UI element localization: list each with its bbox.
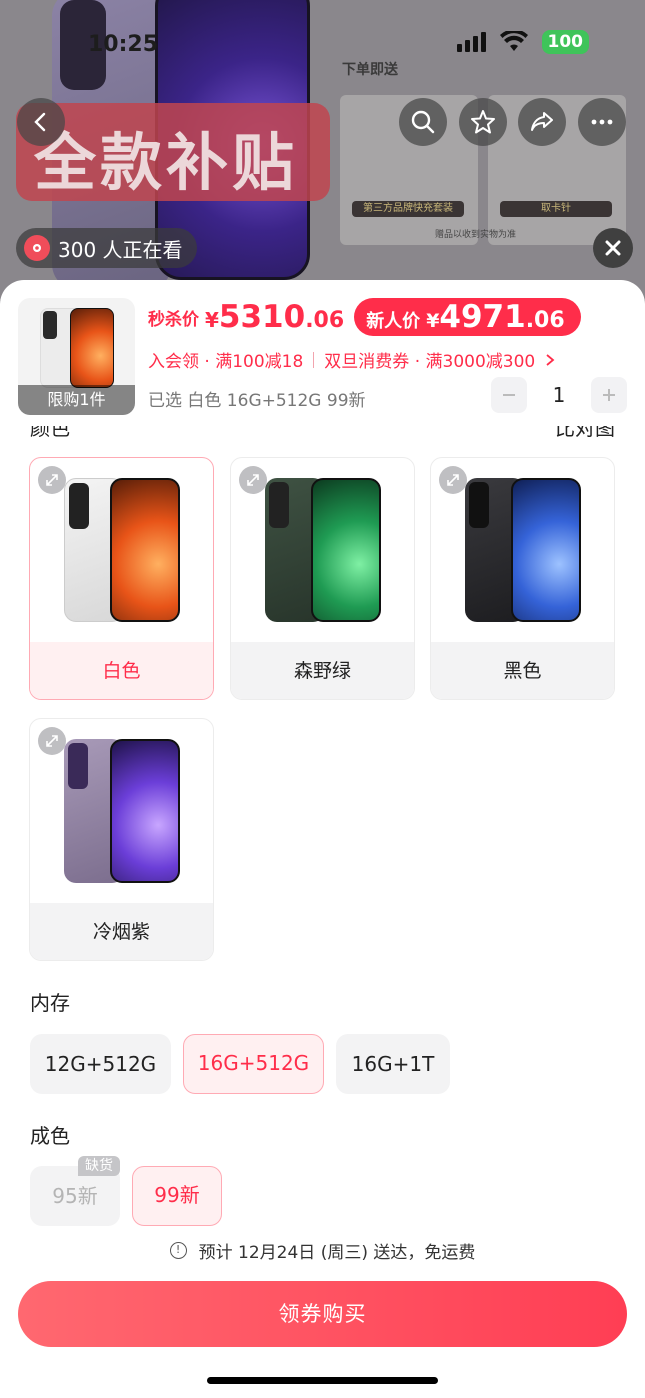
phone-front-image (110, 739, 180, 883)
condition-label: 95新 (52, 1184, 98, 1208)
promo-coupon: 双旦消费券 · 满3000减300 (324, 352, 536, 372)
promo-member: 入会领 · 满100减18 (148, 352, 304, 372)
favorite-button[interactable] (459, 98, 507, 146)
claim-coupon-buy-button[interactable]: 领券购买 (18, 1281, 627, 1347)
share-button[interactable] (518, 98, 566, 146)
color-name: 冷烟紫 (30, 903, 213, 960)
status-time: 10:25 (88, 32, 159, 57)
expand-icon (247, 474, 259, 486)
viewers-badge: 300 人正在看 (16, 228, 197, 268)
color-image (30, 458, 213, 642)
more-icon (591, 119, 613, 125)
home-indicator (207, 1377, 438, 1384)
expand-icon (46, 735, 58, 747)
search-button[interactable] (399, 98, 447, 146)
battery-indicator: 100 (541, 30, 589, 54)
gift-tag: 第三方品牌快充套装 (352, 201, 464, 217)
back-button[interactable] (17, 98, 65, 146)
color-section-title: 颜色 (30, 426, 70, 440)
divider (313, 351, 315, 368)
expand-image-button[interactable] (439, 466, 467, 494)
color-option-black[interactable]: 黑色 (430, 457, 615, 700)
expand-icon (447, 474, 459, 486)
color-name: 白色 (30, 642, 213, 699)
chevron-left-icon (34, 112, 46, 132)
color-option-green[interactable]: 森野绿 (230, 457, 415, 700)
phone-front-image (511, 478, 581, 622)
sheet-header: 限购1件 秒杀价 ¥ 5310 .06 新人价 ¥ 4971 .06 入会领 ·… (0, 280, 645, 426)
plus-icon (603, 389, 615, 401)
gift-panel: 下单即送 第三方品牌快充套装 取卡针 赠品以收到实物为准 (340, 55, 630, 245)
selected-summary: 已选 白色 16G+512G 99新 (148, 391, 366, 411)
minus-icon (503, 394, 515, 396)
purchase-limit-label: 限购1件 (18, 385, 135, 415)
compare-images-link[interactable]: 比对图 (555, 426, 615, 441)
status-icons: 100 (456, 30, 589, 54)
memory-section-title: 内存 (30, 991, 70, 1015)
expand-image-button[interactable] (239, 466, 267, 494)
out-of-stock-badge: 缺货 (78, 1156, 120, 1176)
subsidy-banner-text: 全款补贴 (34, 126, 299, 199)
color-option-purple[interactable]: 冷烟紫 (29, 718, 214, 961)
memory-option-12g-512g[interactable]: 12G+512G (30, 1034, 171, 1094)
memory-option-16g-512g[interactable]: 16G+512G (183, 1034, 324, 1094)
condition-section-title: 成色 (30, 1124, 70, 1148)
info-icon: ! (169, 1242, 187, 1259)
search-icon (411, 110, 435, 134)
product-thumbnail[interactable]: 限购1件 (18, 298, 135, 415)
phone-front-image (311, 478, 381, 622)
gift-note: 赠品以收到实物为准 (435, 230, 517, 240)
condition-option-99[interactable]: 99新 (132, 1166, 222, 1226)
memory-option-16g-1t[interactable]: 16G+1T (336, 1034, 450, 1094)
options-scroll-area[interactable]: 颜色 比对图 白色 森野绿 黑色 冷烟紫 内存 12G+512G 16G+512… (0, 426, 645, 1228)
gift-tag: 取卡针 (500, 201, 612, 217)
color-name: 森野绿 (231, 642, 414, 699)
expand-icon (46, 474, 58, 486)
location-pin-icon (24, 235, 50, 261)
increase-button[interactable] (591, 377, 627, 413)
star-icon (471, 110, 495, 134)
condition-option-95[interactable]: 95新 缺货 (30, 1156, 120, 1226)
share-icon (531, 112, 553, 131)
more-button[interactable] (578, 98, 626, 146)
flash-sale-price: ¥ 5310 .06 (205, 299, 345, 335)
expand-image-button[interactable] (38, 466, 66, 494)
color-option-white[interactable]: 白色 (29, 457, 214, 700)
new-user-price-badge: 新人价 ¥ 4971 .06 (354, 298, 581, 336)
color-image (231, 458, 414, 642)
price-row: 秒杀价 ¥ 5310 .06 新人价 ¥ 4971 .06 (148, 298, 581, 336)
chevron-right-icon (546, 353, 555, 366)
viewers-text: 300 人正在看 (58, 237, 183, 262)
promo-row[interactable]: 入会领 · 满100减18 双旦消费券 · 满3000减300 (148, 347, 555, 372)
delivery-note: ! 预计 12月24日 (周三) 送达，免运费 (0, 1238, 645, 1263)
close-icon (605, 240, 621, 256)
expand-image-button[interactable] (38, 727, 66, 755)
quantity-value[interactable]: 1 (527, 383, 591, 407)
thumb-phone-front (70, 308, 114, 388)
color-image (30, 719, 213, 903)
delivery-text: 预计 12月24日 (周三) 送达，免运费 (198, 1243, 476, 1263)
quantity-stepper: 1 (491, 377, 627, 413)
signal-icon (456, 32, 486, 52)
color-name: 黑色 (431, 642, 614, 699)
color-image (431, 458, 614, 642)
close-sheet-button[interactable] (593, 228, 633, 268)
phone-front-image (110, 478, 180, 622)
flash-sale-label: 秒杀价 (148, 309, 199, 330)
gift-panel-title: 下单即送 (342, 62, 398, 78)
decrease-button[interactable] (491, 377, 527, 413)
sku-selector-sheet: 限购1件 秒杀价 ¥ 5310 .06 新人价 ¥ 4971 .06 入会领 ·… (0, 280, 645, 1398)
wifi-icon (499, 31, 528, 51)
